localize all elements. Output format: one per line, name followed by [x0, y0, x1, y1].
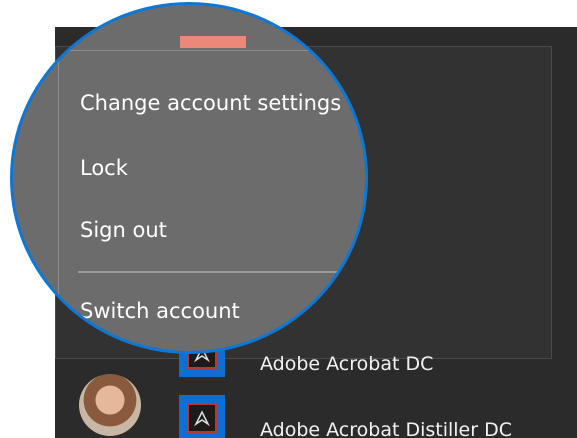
acrobat-distiller-icon [179, 395, 225, 438]
menu-divider [78, 271, 365, 273]
app-label: Adobe Acrobat Distiller DC [260, 419, 512, 438]
user-avatar[interactable] [79, 374, 141, 436]
app-label: Adobe Acrobat DC [260, 353, 434, 375]
lock-menu-item[interactable]: Lock [80, 156, 128, 180]
change-account-settings-menu-item[interactable]: Change account settings [80, 91, 341, 115]
switch-account-menu-item[interactable]: Switch account [80, 299, 240, 323]
sign-out-menu-item[interactable]: Sign out [80, 218, 167, 242]
active-tab-indicator [180, 36, 246, 48]
magnified-account-menu: Change account settings Lock Sign out Sw… [10, 2, 368, 354]
